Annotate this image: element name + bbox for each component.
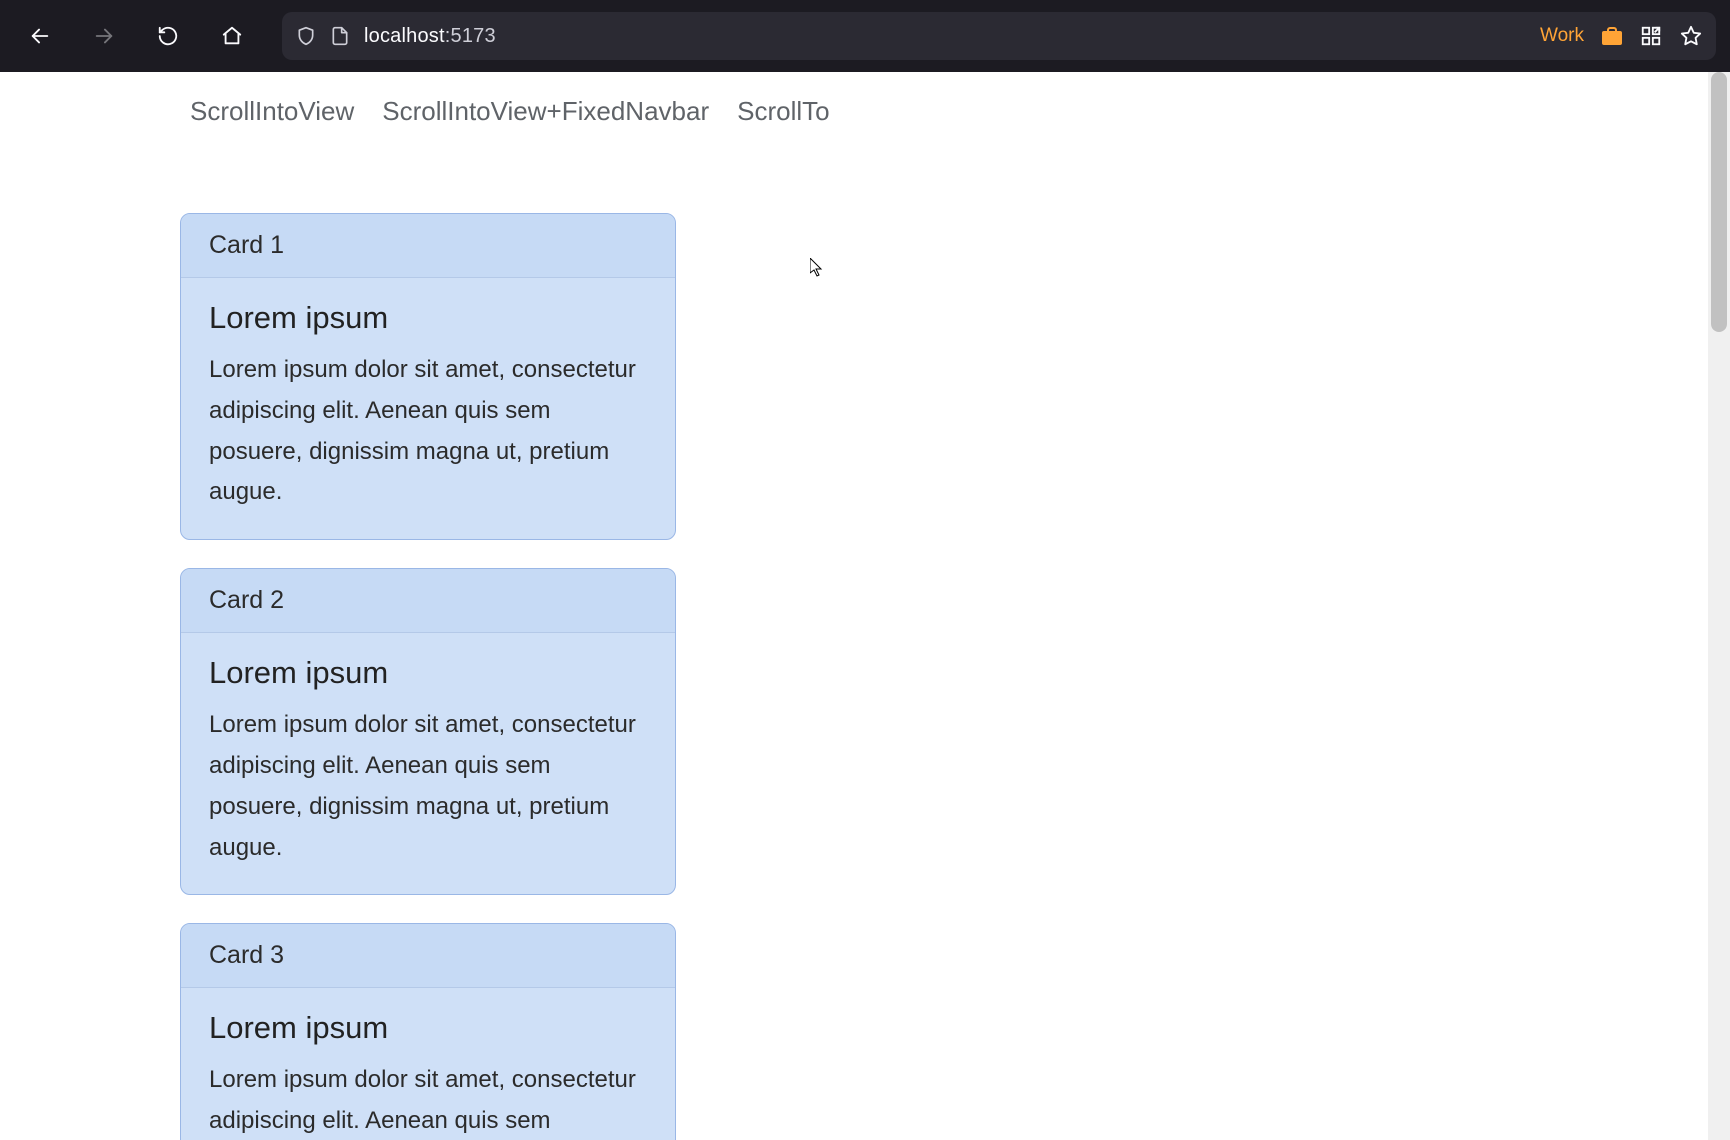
- card-title: Lorem ipsum: [209, 655, 647, 691]
- card-header: Card 2: [181, 569, 675, 633]
- arrow-left-icon: [29, 25, 51, 47]
- briefcase-icon: [1602, 27, 1622, 45]
- card-text: Lorem ipsum dolor sit amet, consectetur …: [209, 350, 647, 513]
- tab-bar: ScrollIntoView ScrollIntoView+FixedNavba…: [0, 72, 1730, 127]
- forward-button[interactable]: [82, 14, 126, 58]
- url-port: :5173: [445, 25, 496, 47]
- address-bar[interactable]: localhost:5173 Work: [282, 12, 1716, 60]
- card-text: Lorem ipsum dolor sit amet, consectetur …: [209, 1060, 647, 1140]
- card: Card 3 Lorem ipsum Lorem ipsum dolor sit…: [180, 923, 676, 1140]
- card-title: Lorem ipsum: [209, 1010, 647, 1046]
- back-button[interactable]: [18, 14, 62, 58]
- home-icon: [221, 25, 243, 47]
- card-title: Lorem ipsum: [209, 300, 647, 336]
- reload-icon: [157, 25, 179, 47]
- reload-button[interactable]: [146, 14, 190, 58]
- card: Card 1 Lorem ipsum Lorem ipsum dolor sit…: [180, 213, 676, 540]
- star-icon[interactable]: [1680, 25, 1702, 47]
- url-text: localhost:5173: [364, 25, 496, 48]
- card-text: Lorem ipsum dolor sit amet, consectetur …: [209, 705, 647, 868]
- scrollbar-thumb[interactable]: [1711, 72, 1727, 332]
- tab-scrollintoview[interactable]: ScrollIntoView: [190, 96, 354, 127]
- page-icon: [330, 26, 350, 46]
- container-label: Work: [1540, 25, 1584, 47]
- apps-icon[interactable]: [1640, 25, 1662, 47]
- page-viewport: ScrollIntoView ScrollIntoView+FixedNavba…: [0, 72, 1730, 1140]
- tab-scrollintoview-fixednavbar[interactable]: ScrollIntoView+FixedNavbar: [382, 96, 709, 127]
- card-header: Card 3: [181, 924, 675, 988]
- card-header: Card 1: [181, 214, 675, 278]
- card-body: Lorem ipsum Lorem ipsum dolor sit amet, …: [181, 278, 675, 539]
- home-button[interactable]: [210, 14, 254, 58]
- arrow-right-icon: [93, 25, 115, 47]
- url-host: localhost: [364, 25, 445, 47]
- shield-icon: [296, 26, 316, 46]
- card-body: Lorem ipsum Lorem ipsum dolor sit amet, …: [181, 988, 675, 1140]
- browser-toolbar: localhost:5173 Work: [0, 0, 1730, 72]
- card-list: Card 1 Lorem ipsum Lorem ipsum dolor sit…: [0, 127, 680, 1140]
- tab-scrollto[interactable]: ScrollTo: [737, 96, 829, 127]
- scrollbar-track[interactable]: [1708, 72, 1730, 1140]
- card: Card 2 Lorem ipsum Lorem ipsum dolor sit…: [180, 568, 676, 895]
- card-body: Lorem ipsum Lorem ipsum dolor sit amet, …: [181, 633, 675, 894]
